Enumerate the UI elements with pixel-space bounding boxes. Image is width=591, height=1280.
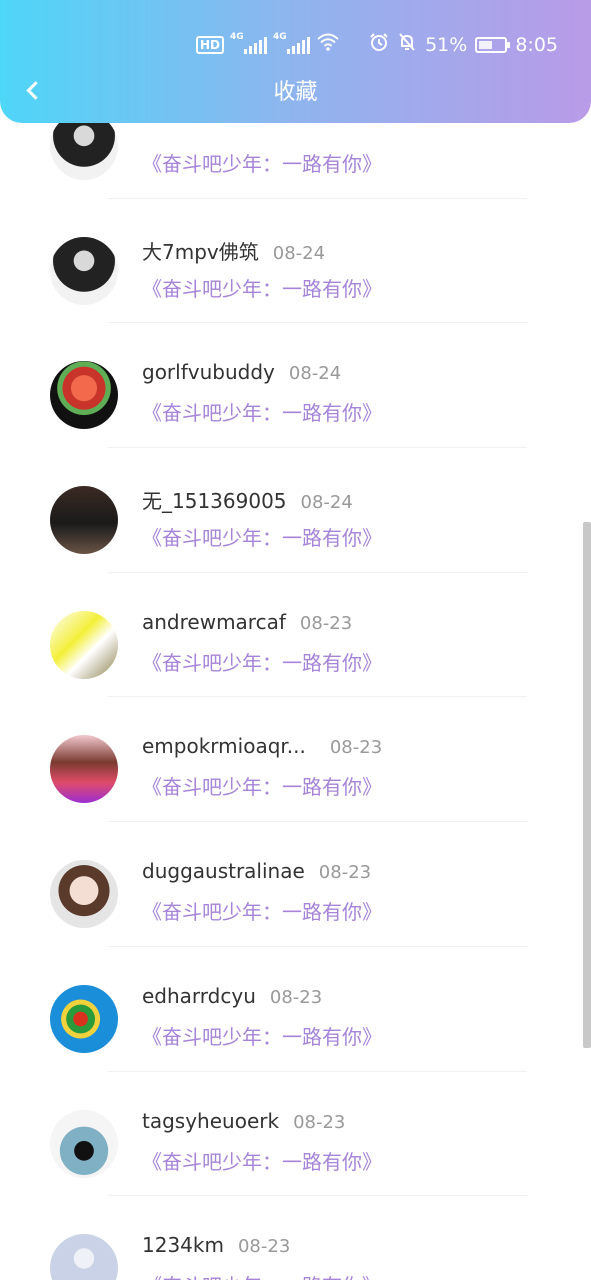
show-title[interactable]: 《奋斗吧少年：一路有你》 — [142, 397, 382, 426]
date-label: 08-24 — [300, 492, 353, 514]
avatar[interactable] — [50, 1109, 118, 1178]
user-name: empokrmioaqr... 08-23 — [142, 734, 383, 759]
date-label: 08-23 — [299, 612, 353, 634]
hd-icon: HD — [196, 35, 225, 54]
signal-icon: 4G — [230, 32, 268, 54]
list-item[interactable]: edharrdcyu 08-23 《奋斗吧少年：一路有你》 — [0, 947, 591, 1072]
date-label: 08-23 — [329, 737, 383, 759]
user-name: gorlfvubuddy 08-24 — [142, 360, 342, 385]
user-name: 无_151369005 08-24 — [142, 489, 353, 514]
list-item[interactable]: andrewmarcaf 08-23 《奋斗吧少年：一路有你》 — [0, 573, 591, 698]
battery-icon — [475, 36, 511, 53]
show-title[interactable]: 《奋斗吧少年：一路有你》 — [142, 771, 382, 800]
alarm-icon — [369, 32, 389, 57]
show-title[interactable]: 《奋斗吧少年：一路有你》 — [142, 522, 382, 551]
list-item[interactable]: 无_151369005 08-24 《奋斗吧少年：一路有你》 — [0, 448, 591, 573]
avatar[interactable] — [50, 486, 118, 555]
battery-fill — [479, 40, 492, 49]
scrollbar[interactable] — [583, 522, 591, 1048]
avatar[interactable] — [50, 735, 118, 804]
user-name: edharrdcyu 08-23 — [142, 983, 323, 1008]
signal-icon: 4G — [273, 32, 311, 54]
show-title[interactable]: 《奋斗吧少年：一路有你》 — [142, 1021, 382, 1050]
user-name: tagsyheuoerk 08-23 — [142, 1108, 346, 1133]
user-name: 大7mpv佛筑 08-24 — [142, 239, 326, 264]
avatar[interactable] — [50, 984, 118, 1053]
show-title[interactable]: 《奋斗吧少年：一路有你》 — [142, 148, 382, 177]
user-name: andrewmarcaf 08-23 — [142, 609, 353, 634]
avatar[interactable] — [50, 361, 118, 430]
status-bar: HD 4G 4G 51% 8:05 — [0, 28, 591, 60]
favorites-list: 《奋斗吧少年：一路有你》 大7mpv佛筑 08-24 《奋斗吧少年：一路有你》 g… — [0, 74, 591, 1280]
list-item[interactable]: 1234km08-23 《奋斗吧少年：一路有你》 — [0, 1196, 591, 1280]
header-bar: HD 4G 4G 51% 8:05 收藏 — [0, 0, 591, 123]
user-name: 1234km 08-23 — [142, 1233, 291, 1258]
show-title[interactable]: 《奋斗吧少年：一路有你》 — [142, 896, 382, 925]
show-title[interactable]: 《奋斗吧少年：一路有你》 — [142, 1146, 382, 1175]
date-label: 08-23 — [318, 862, 372, 884]
date-label: 08-23 — [237, 1236, 291, 1258]
status-right: 51% 8:05 — [369, 32, 558, 57]
wifi-icon — [316, 32, 340, 57]
avatar[interactable] — [50, 236, 118, 305]
battery-percent: 51% — [425, 33, 468, 56]
list-item[interactable]: 大7mpv佛筑 08-24 《奋斗吧少年：一路有你》 — [0, 199, 591, 324]
avatar[interactable] — [50, 610, 118, 679]
list-item[interactable]: tagsyheuoerk 08-23 《奋斗吧少年：一路有你》 — [0, 1072, 591, 1197]
user-name: duggaustralinae 08-23 — [142, 859, 372, 884]
show-title[interactable]: 《奋斗吧少年：一路有你》 — [142, 647, 382, 676]
date-label: 08-23 — [293, 1111, 346, 1133]
avatar[interactable] — [50, 860, 118, 929]
list-item[interactable]: gorlfvubuddy 08-24 《奋斗吧少年：一路有你》 — [0, 323, 591, 449]
mute-bell-icon — [397, 32, 417, 57]
avatar[interactable] — [50, 1234, 118, 1280]
nav-bar: 收藏 — [0, 68, 591, 112]
page-title: 收藏 — [273, 80, 318, 105]
show-title[interactable]: 《奋斗吧少年：一路有你》 — [142, 273, 382, 302]
status-left: HD 4G 4G — [196, 32, 340, 57]
show-title[interactable]: 《奋斗吧少年：一路有你》 — [142, 1270, 382, 1280]
date-label: 08-24 — [272, 242, 326, 264]
date-label: 08-23 — [269, 986, 323, 1008]
date-label: 08-24 — [288, 363, 342, 385]
list-item[interactable]: duggaustralinae 08-23 《奋斗吧少年：一路有你》 — [0, 822, 591, 947]
clock-time: 8:05 — [515, 33, 558, 56]
list-item[interactable]: empokrmioaqr... 08-23 《奋斗吧少年：一路有你》 — [0, 697, 591, 823]
